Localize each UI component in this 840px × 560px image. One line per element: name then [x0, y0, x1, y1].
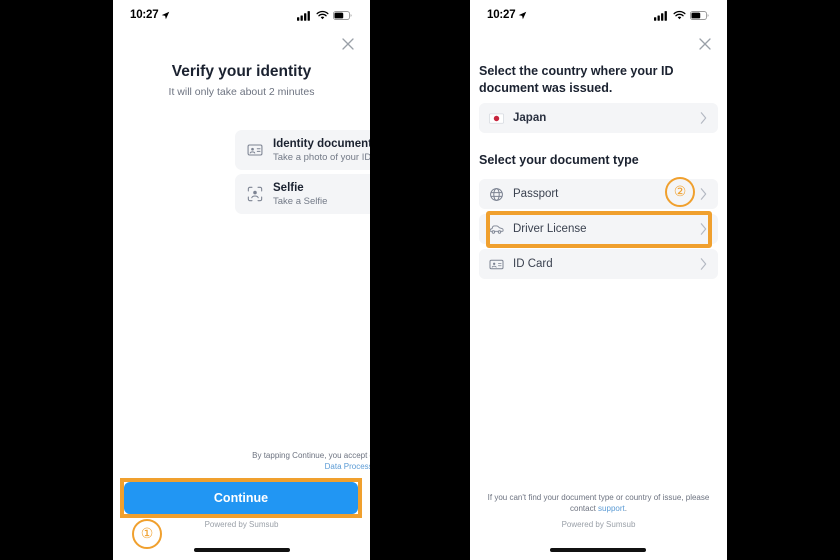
- status-time-group: 10:27: [130, 9, 170, 21]
- doctype-label: ID Card: [513, 258, 553, 270]
- support-footnote: If you can't find your document type or …: [483, 492, 714, 514]
- close-icon: [699, 38, 711, 50]
- close-icon: [342, 38, 354, 50]
- option-subtitle: Take a photo of your ID: [273, 151, 370, 163]
- chevron-right-icon: [700, 258, 707, 270]
- page-subtitle: It will only take about 2 minutes: [168, 86, 315, 98]
- home-indicator-left: [193, 548, 290, 552]
- home-indicator-right: [550, 548, 646, 552]
- driver-license-highlight-box: [486, 211, 712, 248]
- option-identity-document-texts: Identity document Take a photo of your I…: [273, 137, 370, 164]
- battery-icon: [690, 10, 709, 20]
- step-marker-1: ①: [132, 519, 162, 549]
- status-bar-left: 10:27: [113, 0, 370, 30]
- location-arrow-icon: [519, 11, 527, 19]
- cellular-signal-icon: [297, 10, 310, 21]
- support-link[interactable]: support: [598, 504, 625, 513]
- country-label: Japan: [513, 112, 547, 124]
- option-selfie-texts: Selfie Take a Selfie: [273, 181, 327, 208]
- status-indicators-right: [654, 10, 709, 21]
- option-identity-document[interactable]: Identity document Take a photo of your I…: [235, 130, 370, 170]
- status-time: 10:27: [130, 9, 159, 21]
- step-marker-2: ②: [665, 177, 695, 207]
- status-time-group: 10:27: [487, 9, 527, 21]
- status-indicators-left: [297, 10, 352, 21]
- id-document-icon: [247, 142, 263, 158]
- battery-icon: [333, 10, 352, 20]
- id-card-icon: [489, 257, 504, 272]
- status-bar-right: 10:27: [470, 0, 727, 30]
- phone-screen-verify-identity: 10:27 Verify your identity It will only …: [113, 0, 370, 560]
- face-scan-icon: [247, 186, 263, 202]
- option-selfie[interactable]: Selfie Take a Selfie: [235, 174, 370, 214]
- globe-icon: [489, 187, 504, 202]
- close-button-left[interactable]: [340, 36, 356, 52]
- doctype-row-id-card[interactable]: ID Card: [479, 249, 718, 279]
- status-time: 10:27: [487, 9, 516, 21]
- continue-button[interactable]: Continue: [124, 482, 358, 514]
- country-row-japan[interactable]: Japan: [479, 103, 718, 133]
- location-arrow-icon: [162, 11, 170, 19]
- footnote-suffix: .: [624, 504, 627, 513]
- chevron-right-icon: [700, 112, 707, 124]
- doctype-heading: Select your document type: [479, 153, 639, 167]
- option-title: Selfie: [273, 181, 304, 194]
- chevron-right-icon: [700, 188, 707, 200]
- powered-by-right: Powered by Sumsub: [561, 520, 636, 529]
- wifi-icon: [673, 10, 686, 19]
- screenshot-stage: 10:27 Verify your identity It will only …: [0, 0, 840, 560]
- consent-text: By tapping Continue, you accept our Cons…: [243, 450, 370, 472]
- option-subtitle: Take a Selfie: [273, 195, 328, 207]
- japan-flag-icon: [489, 111, 504, 126]
- cellular-signal-icon: [654, 10, 667, 21]
- country-heading: Select the country where your ID documen…: [479, 64, 674, 95]
- option-title: Identity document: [273, 137, 370, 150]
- consent-prefix: By tapping Continue, you accept our: [252, 451, 370, 460]
- page-title: Verify your identity: [171, 63, 312, 80]
- close-button-right[interactable]: [697, 36, 713, 52]
- wifi-icon: [316, 10, 329, 19]
